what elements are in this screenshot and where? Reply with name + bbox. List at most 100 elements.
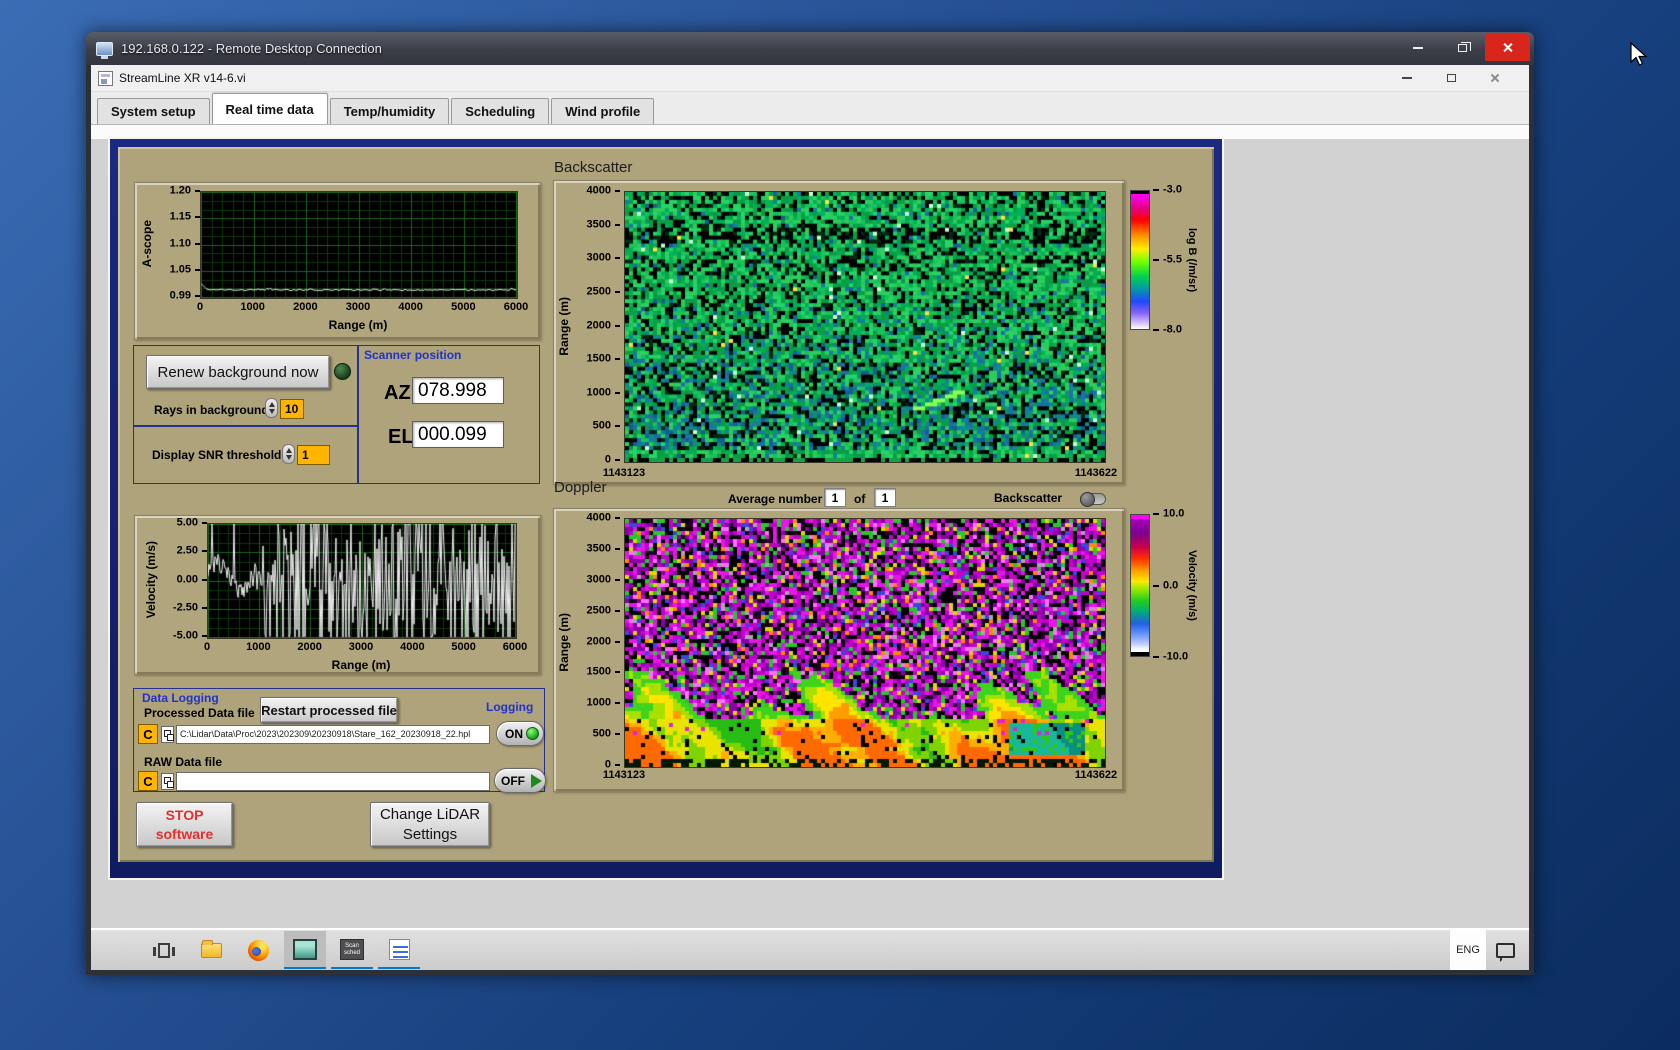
az-field[interactable]: 078.998 xyxy=(412,377,504,404)
tick-mark xyxy=(1153,656,1159,658)
minimize-button[interactable] xyxy=(1395,34,1440,61)
scan-scheduler-button[interactable]: Scan sched xyxy=(331,931,373,969)
axis-tick-label: 500 xyxy=(592,419,611,432)
average-value: 1 xyxy=(831,490,839,505)
axis-tick-label: 2500 xyxy=(586,604,611,617)
scan-scheduler-app-icon: Scan sched xyxy=(340,938,364,960)
axis-tick-label: 5.00 xyxy=(176,516,198,529)
green-led-icon xyxy=(526,727,539,740)
browse-icon[interactable] xyxy=(161,726,174,743)
tick-mark xyxy=(615,425,620,428)
rays-field[interactable]: 10 xyxy=(280,399,304,419)
tick-mark xyxy=(615,358,620,361)
tab-bar: System setup Real time data Temp/humidit… xyxy=(91,92,1529,125)
restore-icon xyxy=(1458,41,1471,52)
doppler-x-start: 1143123 xyxy=(602,769,646,781)
raw-logging-toggle[interactable]: OFF xyxy=(494,768,546,793)
tick-mark xyxy=(615,324,620,327)
app-titlebar[interactable]: StreamLine XR v14-6.vi xyxy=(91,65,1529,92)
axis-tick-label: 0.0 xyxy=(1163,578,1179,591)
axis-tick-label: 10.0 xyxy=(1163,507,1185,520)
data-logging-title: Data Logging xyxy=(142,691,219,705)
processed-logging-toggle[interactable]: ON xyxy=(496,721,544,746)
axis-tick-label: 1.05 xyxy=(169,263,191,276)
renew-led-indicator xyxy=(334,363,351,380)
backscatter-toggle[interactable] xyxy=(1080,492,1106,507)
processed-drive-button[interactable]: C xyxy=(138,724,158,744)
rdp-connection-icon xyxy=(96,41,113,59)
axis-tick-label: 1000 xyxy=(586,696,611,709)
axis-label: Velocity (m/s) xyxy=(1186,550,1198,621)
task-view-button[interactable] xyxy=(143,931,185,969)
tab-real-time-data[interactable]: Real time data xyxy=(211,93,328,124)
velocity-plot xyxy=(207,523,517,639)
axis-label: Velocity (m/s) xyxy=(144,541,158,619)
axis-tick-label: 3000 xyxy=(586,251,611,264)
el-field[interactable]: 000.099 xyxy=(412,421,504,448)
restore-icon xyxy=(1446,74,1456,82)
axis-label: log B (/m/sr) xyxy=(1186,227,1198,293)
app-minimize-button[interactable] xyxy=(1385,65,1429,91)
tab-temp-humidity[interactable]: Temp/humidity xyxy=(329,98,450,124)
axis-tick-label: -5.00 xyxy=(172,629,198,642)
doppler-x-end: 1143622 xyxy=(1074,769,1118,781)
tab-system-setup[interactable]: System setup xyxy=(97,98,210,124)
notes-app-button[interactable] xyxy=(378,931,420,969)
axis-tick-label: 2500 xyxy=(586,285,611,298)
tick-mark xyxy=(615,257,620,260)
snr-field[interactable]: 1 xyxy=(297,445,330,465)
streamline-app-button[interactable] xyxy=(284,931,326,969)
raw-drive-button[interactable]: C xyxy=(138,771,158,791)
axis-tick-label: 5000 xyxy=(451,641,476,653)
restore-button[interactable] xyxy=(1440,34,1485,61)
average-number-field[interactable]: 1 xyxy=(824,488,846,507)
axis-tick-label: 6000 xyxy=(503,301,529,313)
axis-tick-label: 0.99 xyxy=(169,289,191,302)
rays-stepper[interactable] xyxy=(265,398,278,418)
restart-processed-file-button[interactable]: Restart processed file xyxy=(260,697,398,723)
average-total-field[interactable]: 1 xyxy=(874,488,896,507)
tab-label: System setup xyxy=(111,104,196,119)
axis-tick-label: 3500 xyxy=(586,218,611,231)
axis-tick-label: -3.0 xyxy=(1163,183,1182,196)
notes-app-icon xyxy=(388,938,410,960)
change-lidar-settings-button[interactable]: Change LiDAR Settings xyxy=(370,802,490,847)
browse-icon[interactable] xyxy=(161,773,174,790)
firefox-button[interactable] xyxy=(237,931,279,969)
app-close-button[interactable] xyxy=(1473,65,1517,91)
button-label: Settings xyxy=(402,825,458,843)
snr-value: 1 xyxy=(302,448,309,462)
raw-path-field[interactable] xyxy=(176,772,490,791)
app-restore-button[interactable] xyxy=(1429,65,1473,91)
button-label: Renew background now xyxy=(157,363,319,381)
axis-tick-label: 2000 xyxy=(293,301,318,313)
axis-tick-label: -2.50 xyxy=(172,601,198,614)
tick-mark xyxy=(615,702,620,705)
feedback-icon[interactable] xyxy=(1496,942,1515,962)
close-button[interactable] xyxy=(1485,34,1530,61)
velocity-xticks: 0 1000 2000 3000 4000 5000 6000 xyxy=(204,641,527,654)
el-value: 000.099 xyxy=(418,423,487,445)
tick-mark xyxy=(615,517,620,519)
tick-mark xyxy=(615,640,620,643)
processed-path-field[interactable]: C:\Lidar\Data\Proc\2023\202309\20230918\… xyxy=(176,725,490,744)
doppler-colorbar xyxy=(1130,514,1150,657)
app-title: StreamLine XR v14-6.vi xyxy=(119,71,246,85)
axis-tick-label: 2000 xyxy=(297,641,322,653)
ascope-ylabel: A-scope xyxy=(138,191,156,297)
doppler-ylabel: Range (m) xyxy=(556,518,572,766)
language-indicator[interactable]: ENG xyxy=(1450,930,1486,970)
tab-wind-profile[interactable]: Wind profile xyxy=(551,98,655,124)
axis-tick-label: 4000 xyxy=(586,511,611,524)
snr-stepper[interactable] xyxy=(282,444,295,464)
file-explorer-button[interactable] xyxy=(190,931,232,969)
axis-tick-label: 4000 xyxy=(586,184,611,197)
rdp-titlebar[interactable]: 192.168.0.122 - Remote Desktop Connectio… xyxy=(86,32,1534,65)
az-value: 078.998 xyxy=(418,379,487,401)
axis-tick-label: 1500 xyxy=(586,352,611,365)
renew-background-button[interactable]: Renew background now xyxy=(146,355,330,389)
backscatter-title: Backscatter xyxy=(554,159,633,176)
axis-tick-label: 1000 xyxy=(240,301,265,313)
stop-software-button[interactable]: STOP software xyxy=(136,802,233,847)
tab-scheduling[interactable]: Scheduling xyxy=(451,98,550,124)
